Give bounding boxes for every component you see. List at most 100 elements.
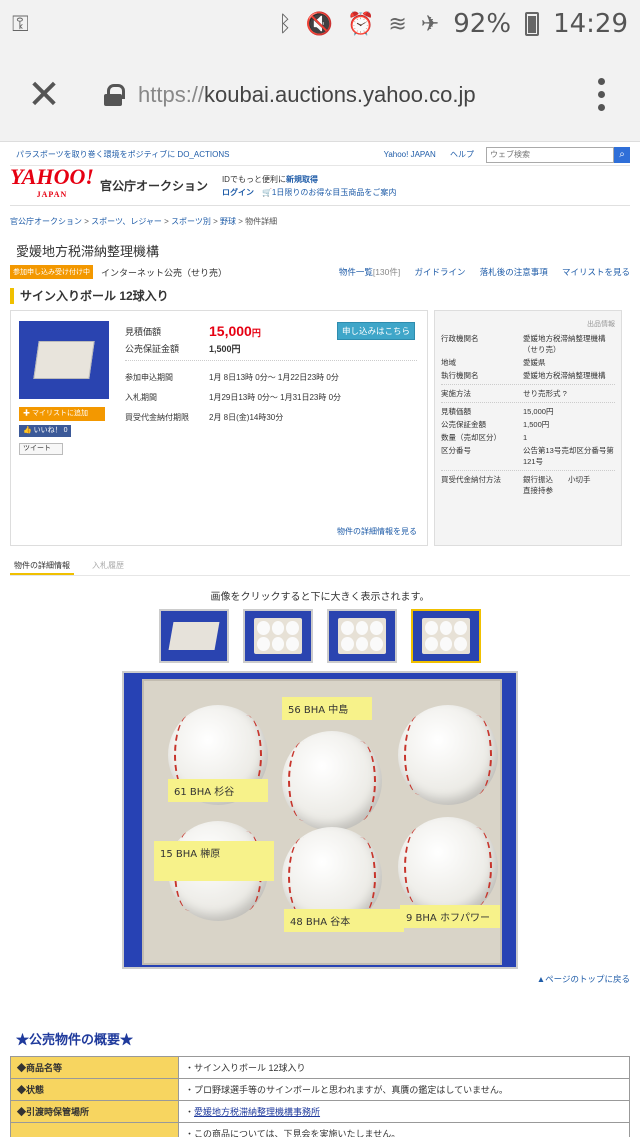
signup-link[interactable]: 新規取得 xyxy=(286,175,318,184)
site-name[interactable]: 官公庁オークション xyxy=(100,177,208,194)
mylist-link[interactable]: マイリストを見る xyxy=(562,267,630,277)
breadcrumb-item[interactable]: 官公庁オークション xyxy=(10,217,82,226)
deposit-label: 公売保証金額 xyxy=(125,344,180,354)
item-list-count: [130件] xyxy=(372,267,401,277)
table-row: ・この商品については、下見会を実施いたしません。 下見をご希望の方は、参加申込期… xyxy=(10,1122,630,1137)
period-value: 1月 8日13時 0分〜 1月22日23時 0分 xyxy=(209,372,339,382)
overflow-menu-icon[interactable] xyxy=(598,78,606,111)
summary-value: ・サイン入りボール 12球入り xyxy=(178,1056,630,1079)
table-row: ◆引渡時保管場所 ・愛媛地方税滞納整理機構事務所 xyxy=(10,1100,630,1123)
info-row: 実施方法 せり売形式 ? xyxy=(441,389,567,398)
summary-table: ◆商品名等 ・サイン入りボール 12球入り ◆状態 ・プロ野球選手等のサインボー… xyxy=(10,1056,630,1137)
mute-icon: 🔇 xyxy=(305,11,333,37)
item-list-label: 物件一覧 xyxy=(338,267,373,277)
summary-key: ◆商品名等 xyxy=(10,1056,179,1079)
large-photo: 56 BHA 中島 61 BHA 杉谷 15 BHA 榊原 48 BHA 谷本 … xyxy=(122,671,518,969)
apply-button[interactable]: 申し込みはこちら xyxy=(337,322,416,340)
web-search: ⌕ xyxy=(486,146,630,163)
gallery-caption: 画像をクリックすると下に大きく表示されます。 xyxy=(210,592,430,603)
site-header: YAHOO! JAPAN 官公庁オークション IDでもっと便利に新規取得 ログイ… xyxy=(10,165,630,206)
period-value: 1月29日13時 0分〜 1月31日23時 0分 xyxy=(209,392,342,402)
search-icon[interactable]: ⌕ xyxy=(614,146,630,163)
status-badge: 参加申し込み受け付け中 xyxy=(10,265,93,279)
period-row: 入札期間 1月29日13時 0分〜 1月31日23時 0分 xyxy=(125,387,417,407)
breadcrumb-item[interactable]: スポーツ、レジャー xyxy=(91,217,162,226)
promo-row: パラスポーツを取り巻く環境をポジティブに DO_ACTIONS Yahoo! J… xyxy=(10,144,630,166)
guideline-link[interactable]: ガイドライン xyxy=(414,267,465,277)
price-label: 見積価額 xyxy=(125,326,162,337)
thumbnail-image[interactable] xyxy=(159,609,229,663)
summary-key xyxy=(10,1122,179,1137)
tab-bid-history[interactable]: 入札履歴 xyxy=(88,560,128,575)
photo-note: 48 BHA 谷本 xyxy=(284,909,404,932)
detail-tabs: 物件の詳細情報 入札履歴 xyxy=(10,560,630,576)
search-input[interactable] xyxy=(486,146,614,163)
page-title: 愛媛地方税滞納整理機構 xyxy=(16,244,160,259)
breadcrumb-sep: > xyxy=(236,217,246,226)
photo-note: 61 BHA 杉谷 xyxy=(168,779,268,802)
close-icon[interactable]: ✕ xyxy=(20,72,68,118)
storage-location-link[interactable]: 愛媛地方税滞納整理機構事務所 xyxy=(194,1107,320,1117)
page-content: パラスポーツを取り巻く環境をポジティブに DO_ACTIONS Yahoo! J… xyxy=(0,144,640,1137)
info-row: 見積価額 15,000円 xyxy=(441,407,554,416)
photo-note: 15 BHA 榊原 xyxy=(154,841,274,881)
info-row: 買受代金納付方法 銀行振込 小切手 直接持参 xyxy=(441,475,591,495)
breadcrumb: 官公庁オークション > スポーツ、レジャー > スポーツ別 > 野球 > 物件詳… xyxy=(10,206,630,235)
battery-percent: 92% xyxy=(453,9,512,39)
info-row: 執行機関名 愛媛地方税滞納整理機構 xyxy=(441,371,606,380)
thumbnail-strip xyxy=(10,609,630,663)
add-mylist-button[interactable]: ✚ マイリストに追加 xyxy=(19,407,105,421)
breadcrumb-sep: > xyxy=(210,217,221,226)
period-label: 参加申込期間 xyxy=(125,372,173,382)
breadcrumb-item[interactable]: スポーツ別 xyxy=(171,217,211,226)
notice-link[interactable]: 落札後の注意事項 xyxy=(480,267,548,277)
summary-value: ・プロ野球選手等のサインボールと思われますが、真贋の鑑定はしていません。 xyxy=(178,1078,630,1101)
clock: 14:29 xyxy=(553,9,628,39)
item-detail-box: ✚ マイリストに追加 👍 いいね！ 0 ツイート 見積価額 15,000円 申し… xyxy=(10,310,428,546)
promo-link[interactable]: パラスポーツを取り巻く環境をポジティブに DO_ACTIONS xyxy=(10,149,384,160)
airplane-icon: ✈ xyxy=(420,11,440,37)
breadcrumb-item[interactable]: 野球 xyxy=(220,217,236,226)
help-link[interactable]: ヘルプ xyxy=(450,150,474,159)
facebook-like-button[interactable]: 👍 いいね！ 0 xyxy=(19,425,71,437)
login-link[interactable]: ログイン xyxy=(222,188,254,197)
info-row: 地域 愛媛県 xyxy=(441,358,546,367)
url-bar[interactable]: https://koubai.auctions.yahoo.co.jp xyxy=(138,82,598,108)
listing-info-caption: 出品情報 xyxy=(587,321,615,328)
tweet-button[interactable]: ツイート xyxy=(19,443,63,455)
table-row: ◆状態 ・プロ野球選手等のサインボールと思われますが、真贋の鑑定はしていません。 xyxy=(10,1078,630,1101)
photo-note: 56 BHA 中島 xyxy=(282,697,372,720)
item-image[interactable] xyxy=(19,321,109,399)
period-value: 2月 8日(金)14時30分 xyxy=(209,412,284,422)
bluetooth-icon: ᛒ xyxy=(278,11,292,37)
period-label: 入札期間 xyxy=(125,392,157,402)
summary-value: ・この商品については、下見会を実施いたしません。 下見をご希望の方は、参加申込期… xyxy=(178,1122,630,1137)
browser-toolbar: ✕ https://koubai.auctions.yahoo.co.jp xyxy=(0,48,640,142)
period-label: 買受代金納付期限 xyxy=(125,412,189,422)
sale-type: インターネット公売（せり売） xyxy=(101,267,228,278)
summary-key: ◆引渡時保管場所 xyxy=(10,1100,179,1123)
info-row: 行政機関名 愛媛地方税滞納整理機構（せり売） xyxy=(441,334,606,354)
price-value: 15,000円 xyxy=(209,323,261,339)
more-details-link[interactable]: 物件の詳細情報を見る xyxy=(337,526,417,537)
daily-deal-link[interactable]: 🛒1日限りのお得な目玉商品をご案内 xyxy=(262,188,396,197)
breadcrumb-current: 物件詳細 xyxy=(245,217,278,226)
thumbnail-image[interactable] xyxy=(243,609,313,663)
logo-main: YAHOO! xyxy=(10,163,94,189)
info-row: 公売保証金額 1,500円 xyxy=(441,420,550,429)
tab-details[interactable]: 物件の詳細情報 xyxy=(10,560,74,575)
info-row: 数量（売却区分） 1 xyxy=(441,433,528,442)
item-summary: ✚ マイリストに追加 👍 いいね！ 0 ツイート 見積価額 15,000円 申し… xyxy=(10,310,630,546)
yahoo-logo[interactable]: YAHOO! JAPAN xyxy=(10,165,94,204)
summary-value: ・愛媛地方税滞納整理機構事務所 xyxy=(178,1100,630,1123)
yahoo-japan-link[interactable]: Yahoo! JAPAN xyxy=(384,150,436,159)
thumbnail-image[interactable] xyxy=(327,609,397,663)
breadcrumb-sep: > xyxy=(161,217,172,226)
key-icon: ⚿ xyxy=(12,11,29,37)
item-list-link[interactable]: 物件一覧[130件] xyxy=(339,267,400,277)
url-host: koubai.auctions.yahoo.co.jp xyxy=(204,81,476,107)
period-row: 買受代金納付期限 2月 8日(金)14時30分 xyxy=(125,407,417,427)
page-top-link[interactable]: ▲ページのトップに戻る xyxy=(537,974,630,984)
price-info: 見積価額 15,000円 申し込みはこちら 公売保証金額 1,500円 参加申込… xyxy=(125,321,417,427)
thumbnail-image[interactable] xyxy=(411,609,481,663)
